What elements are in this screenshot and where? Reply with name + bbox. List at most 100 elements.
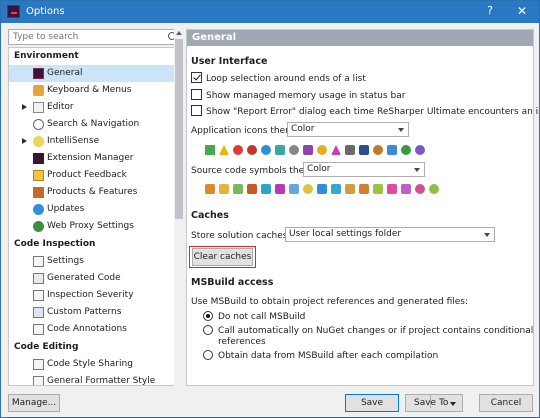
tree-group-environment[interactable]: Environment — [9, 48, 180, 64]
tree-item-settings[interactable]: Settings — [9, 253, 180, 270]
section-msbuild: MSBuild access — [191, 277, 274, 288]
search-input[interactable] — [9, 30, 159, 44]
save-button[interactable]: Save — [345, 394, 399, 412]
report-error-option[interactable]: Show "Report Error" dialog each time ReS… — [191, 105, 539, 120]
tree-item-keyboard-menus[interactable]: Keyboard & Menus — [9, 82, 180, 99]
globe-network-icon — [33, 221, 44, 232]
do-not-call-msbuild-radio[interactable] — [203, 310, 213, 321]
app-icons-theme-label: Application icons theme: — [191, 126, 303, 136]
loop-selection-option[interactable]: Loop selection around ends of a list — [191, 72, 366, 87]
envelope-icon — [33, 170, 44, 181]
tree-item-extension-manager[interactable]: Extension Manager — [9, 150, 180, 167]
tree-item-generated-code[interactable]: Generated Code — [9, 270, 180, 287]
tree-item-intellisense[interactable]: IntelliSense — [9, 133, 180, 150]
tree-scrollbar[interactable] — [174, 29, 184, 386]
tree-group-code-editing[interactable]: Code Editing — [9, 339, 180, 355]
property-symbol-icon — [289, 184, 299, 194]
bulb-icon — [317, 145, 327, 155]
check-icon — [205, 145, 215, 155]
info-icon — [261, 145, 271, 155]
call-automatically-radio[interactable] — [203, 324, 213, 335]
patterns-icon — [33, 307, 44, 318]
variable-symbol-icon — [359, 184, 369, 194]
tree-item-label: Updates — [47, 204, 85, 214]
settings-icon — [33, 256, 44, 267]
tree-item-search-navigation[interactable]: Search & Navigation — [9, 116, 180, 133]
products-icon — [33, 187, 44, 198]
code-style-icon — [33, 359, 44, 370]
tree-item-label: Custom Patterns — [47, 307, 122, 317]
error-icon — [233, 145, 243, 155]
split-divider — [430, 394, 431, 408]
loop-selection-label: Loop selection around ends of a list — [206, 74, 366, 84]
clock-icon — [415, 145, 425, 155]
settings-gear-icon — [289, 145, 299, 155]
namespace-symbol-icon — [219, 184, 229, 194]
tag-icon — [373, 145, 383, 155]
save-to-button[interactable]: Save To — [405, 394, 463, 412]
expand-arrow-icon[interactable] — [22, 104, 27, 110]
tree-item-code-style-sharing[interactable]: Code Style Sharing — [9, 356, 180, 373]
loop-selection-checkbox[interactable] — [191, 72, 202, 83]
struct-symbol-icon — [261, 184, 271, 194]
report-error-checkbox[interactable] — [191, 105, 202, 116]
scroll-up-arrow-icon[interactable] — [176, 31, 182, 35]
cancel-button[interactable]: Cancel — [479, 394, 533, 412]
triangle-icon — [331, 145, 341, 155]
annotations-icon — [33, 324, 44, 335]
call-automatically-option[interactable]: Call automatically on NuGet changes or i… — [203, 324, 533, 337]
magnifier-icon — [33, 119, 44, 130]
tree-item-web-proxy-settings[interactable]: Web Proxy Settings — [9, 218, 180, 235]
store-caches-select[interactable]: User local settings folder — [285, 227, 495, 242]
expand-arrow-icon[interactable] — [22, 138, 27, 144]
tree-item-label: Editor — [47, 102, 74, 112]
tree-group-code-inspection[interactable]: Code Inspection — [9, 236, 180, 252]
clear-caches-button[interactable]: Clear caches — [192, 248, 253, 266]
call-automatically-label-cont: references — [218, 337, 266, 347]
extension-icon — [33, 153, 44, 164]
tree-item-updates[interactable]: Updates — [9, 201, 180, 218]
section-caches: Caches — [191, 210, 229, 221]
help-button[interactable]: ? — [481, 4, 499, 17]
chevron-down-icon[interactable] — [450, 402, 456, 406]
event-symbol-icon — [303, 184, 313, 194]
source-symbols-theme-select[interactable]: Color — [303, 162, 425, 177]
tree-item-inspection-severity[interactable]: Inspection Severity — [9, 287, 180, 304]
enum-symbol-icon — [317, 184, 327, 194]
diagram-icon — [359, 145, 369, 155]
field-symbol-icon — [275, 184, 285, 194]
tree-item-product-feedback[interactable]: Product Feedback — [9, 167, 180, 184]
obtain-data-option[interactable]: Obtain data from MSBuild after each comp… — [203, 349, 438, 362]
do-not-call-msbuild-option[interactable]: Do not call MSBuild — [203, 310, 305, 323]
manage-button[interactable]: Manage... — [8, 394, 60, 412]
tree-item-general-formatter-style[interactable]: General Formatter Style — [9, 373, 180, 385]
report-error-label: Show "Report Error" dialog each time ReS… — [206, 107, 539, 117]
show-memory-checkbox[interactable] — [191, 89, 202, 100]
tree-item-label: IntelliSense — [47, 136, 100, 146]
app-icons-theme-select[interactable]: Color — [287, 122, 409, 137]
parameter-symbol-icon — [373, 184, 383, 194]
tree-item-label: Settings — [47, 256, 84, 266]
obtain-data-radio[interactable] — [203, 349, 213, 360]
save-to-label: Save To — [414, 398, 449, 408]
source-symbols-theme-label: Source code symbols theme: — [191, 166, 322, 176]
panel-title: General — [187, 30, 533, 46]
settings-panel: General User Interface Loop selection ar… — [186, 29, 539, 386]
tree-item-code-annotations[interactable]: Code Annotations — [9, 321, 180, 338]
tree-item-custom-patterns[interactable]: Custom Patterns — [9, 304, 180, 321]
tree-item-general[interactable]: General — [9, 65, 180, 82]
settings-tree: Environment General Keyboard & Menus Edi… — [8, 47, 181, 386]
tree-item-editor[interactable]: Editor — [9, 99, 180, 116]
tree-item-label: Keyboard & Menus — [47, 85, 132, 95]
section-user-interface: User Interface — [191, 56, 268, 67]
close-button[interactable]: ✕ — [513, 4, 531, 18]
tree-item-label: Code Style Sharing — [47, 359, 133, 369]
tree-item-label: Products & Features — [47, 187, 138, 197]
tree-item-products-features[interactable]: Products & Features — [9, 184, 180, 201]
show-memory-option[interactable]: Show managed memory usage in status bar — [191, 89, 405, 104]
keyboard-icon — [33, 85, 44, 96]
stop-icon — [247, 145, 257, 155]
formatter-icon — [33, 376, 44, 385]
msbuild-description: Use MSBuild to obtain project references… — [191, 297, 469, 307]
scrollbar-thumb[interactable] — [175, 39, 183, 219]
